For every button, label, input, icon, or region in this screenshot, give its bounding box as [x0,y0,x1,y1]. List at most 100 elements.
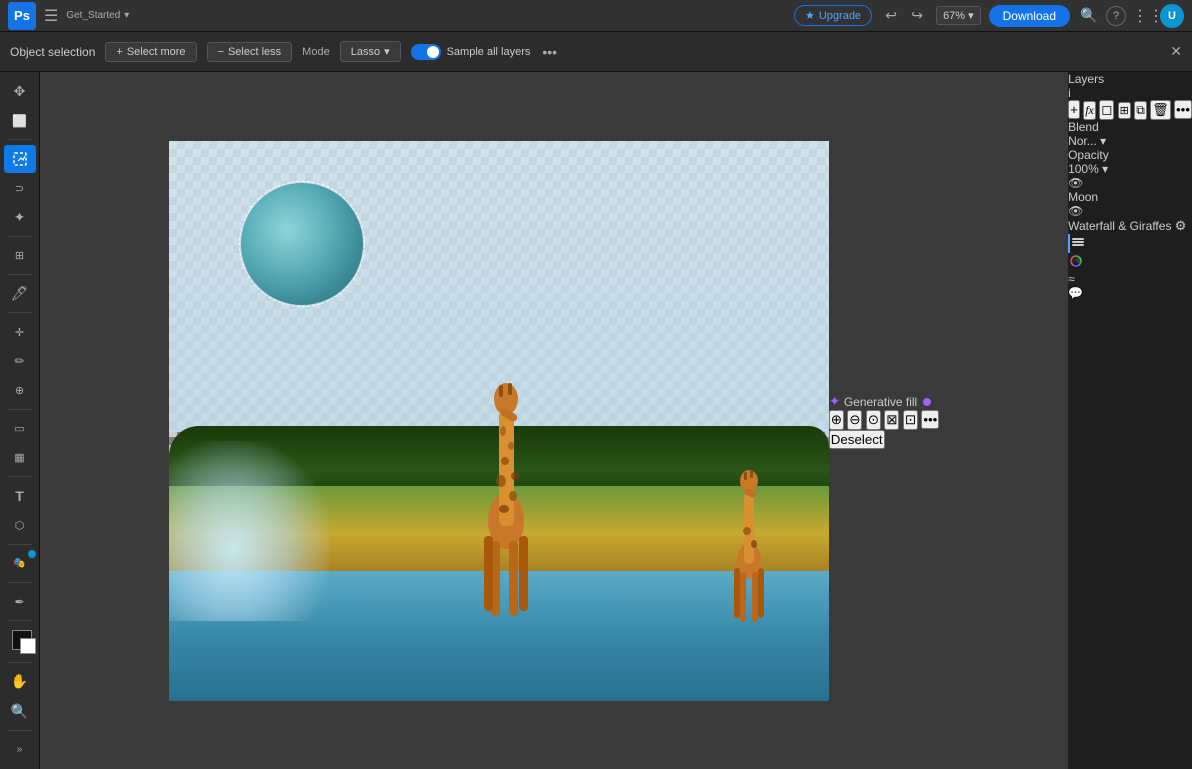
canvas-area[interactable]: ✦ Generative fill ⊕ ⊖ ⊙ ⊠ ⊡ ••• Deselect [40,72,1068,769]
apps-icon[interactable]: ⋮⋮ [1132,6,1154,26]
select-more-button[interactable]: + Select more [105,42,196,62]
tool-object-select[interactable] [4,145,36,172]
lasso-chevron-icon: ▾ [384,45,390,58]
minus-icon: − [218,46,224,58]
more-tools-button[interactable]: » [4,736,36,763]
layer-filter-icon[interactable]: ⚙ [1175,218,1187,233]
user-avatar[interactable]: U [1160,4,1184,28]
channels-panel-icon[interactable] [1068,253,1192,272]
waterfall-layer-name: Waterfall & Giraffes [1068,219,1171,233]
opacity-label: Opacity [1068,148,1109,162]
tool-pen[interactable]: ✒ [4,588,36,615]
tool-quick-select[interactable]: ⊃ [4,175,36,202]
opacity-input[interactable]: 100% ▾ [1068,162,1192,176]
tool-eraser[interactable]: ▭ [4,415,36,442]
toolbar-divider-1 [8,139,32,140]
layer-item-waterfall-giraffes[interactable]: 👁 Waterfall & Giraffes ⚙ [1068,204,1192,234]
opacity-value-text: 100% [1068,162,1099,176]
tool-artboard[interactable]: ⬜ [4,107,36,134]
select-subject-button[interactable]: ⊡ [903,410,918,430]
selection-outline [239,181,365,307]
waterfall-visibility-icon[interactable]: 👁 [1068,204,1083,218]
close-optionsbar-button[interactable]: ✕ [1170,43,1182,60]
sample-layers-toggle[interactable] [411,44,441,60]
more-ft-options-button[interactable]: ••• [921,410,939,429]
zoom-indicator[interactable]: 67% ▾ [936,6,981,25]
help-icon[interactable]: ? [1106,6,1126,26]
select-less-button[interactable]: − Select less [207,42,293,62]
search-icon[interactable]: 🔍 [1078,7,1100,24]
moon-layer-name: Moon [1068,190,1098,204]
tool-zoom[interactable]: 🔍 [4,698,36,725]
layer-fx-button[interactable]: fx [1083,101,1096,120]
upgrade-label: Upgrade [819,10,861,22]
filename-display[interactable]: Get_Started ▾ [66,10,129,21]
toolbar-divider-10 [8,662,32,663]
tool-brush[interactable]: ✏ [4,348,36,375]
layers-info-icon[interactable]: i [1068,86,1192,100]
group-layers-button[interactable]: ⧉ [1134,101,1147,120]
tool-neural[interactable]: 🎭 [4,550,36,577]
subtract-selection-button[interactable]: ⊖ [847,410,862,430]
lasso-dropdown[interactable]: Lasso ▾ [340,41,401,62]
options-bar: Object selection + Select more − Select … [0,32,1192,72]
tool-text[interactable]: T [4,482,36,509]
toolbar-divider-9 [8,620,32,621]
layer-mask-button[interactable]: ◻ [1099,100,1114,120]
zoom-chevron-icon: ▾ [968,9,974,22]
comments-panel-icon[interactable]: 💬 [1068,286,1192,300]
background-swatch[interactable] [20,638,36,654]
undo-redo-group: ↩ ↪ [880,5,928,26]
upgrade-button[interactable]: ★ Upgrade [794,5,872,26]
toolbar-divider-2 [8,236,32,237]
layers-blend-row: Blend Nor... ▾ Opacity 100% ▾ [1068,120,1192,176]
tool-hand[interactable]: ✋ [4,668,36,695]
toggle-knob [427,46,439,58]
select-more-label: Select more [127,46,186,58]
plus-icon: + [116,46,122,58]
transform-selection-button[interactable]: ⊠ [884,410,899,430]
opacity-chevron-icon: ▾ [1102,162,1108,176]
select-less-label: Select less [228,46,281,58]
giraffe-large-svg [469,331,544,626]
moon-visibility-icon[interactable]: 👁 [1068,176,1083,190]
tool-name: Object selection [10,45,95,59]
sample-layers-label: Sample all layers [447,46,531,58]
download-button[interactable]: Download [989,5,1070,27]
tool-gradient[interactable]: ▦ [4,444,36,471]
undo-button[interactable]: ↩ [880,5,902,26]
tool-stamp[interactable]: ⊕ [4,377,36,404]
deselect-button[interactable]: Deselect [829,430,885,449]
foreground-background-swatches[interactable] [4,626,36,657]
delete-layer-button[interactable]: 🗑 [1150,100,1171,120]
toolbar-divider-4 [8,312,32,313]
tool-eyedropper[interactable]: 🖊 [4,280,36,307]
neural-icon: 🎭 [13,558,25,569]
add-selection-button[interactable]: ⊕ [829,410,844,430]
intersect-selection-button[interactable]: ⊙ [866,410,881,430]
canvas-image[interactable] [169,141,829,701]
add-layer-button[interactable]: + [1068,100,1080,119]
layers-toolbar: + fx ◻ ⊞ ⧉ 🗑 ••• [1068,100,1192,120]
layers-panel-icon[interactable] [1068,234,1192,253]
hamburger-menu[interactable]: ☰ [44,6,58,26]
blend-mode-dropdown[interactable]: Nor... ▾ [1068,134,1192,148]
more-options-button[interactable]: ••• [542,44,557,60]
blend-mode-value: Nor... [1068,134,1097,148]
sample-layers-toggle-group: Sample all layers [411,44,531,60]
redo-button[interactable]: ↪ [906,5,928,26]
tool-move[interactable]: ✥ [4,78,36,105]
tool-magic-wand[interactable]: ✦ [4,204,36,231]
adjustment-layer-button[interactable]: ⊞ [1118,102,1131,119]
more-layers-options[interactable]: ••• [1174,100,1192,119]
moon-object[interactable] [241,183,363,305]
adjustments-panel-icon[interactable]: ≈ [1068,272,1192,286]
zoom-value: 67% [943,10,965,22]
tool-healing[interactable]: ✛ [4,318,36,345]
layer-item-moon[interactable]: 👁 Moon [1068,176,1192,204]
tool-shape[interactable]: ⬡ [4,512,36,539]
neural-badge [28,550,36,558]
tool-crop[interactable]: ⊞ [4,242,36,269]
topbar-icons-group: 🔍 ? ⋮⋮ U [1078,4,1184,28]
lasso-label: Lasso [351,46,380,58]
